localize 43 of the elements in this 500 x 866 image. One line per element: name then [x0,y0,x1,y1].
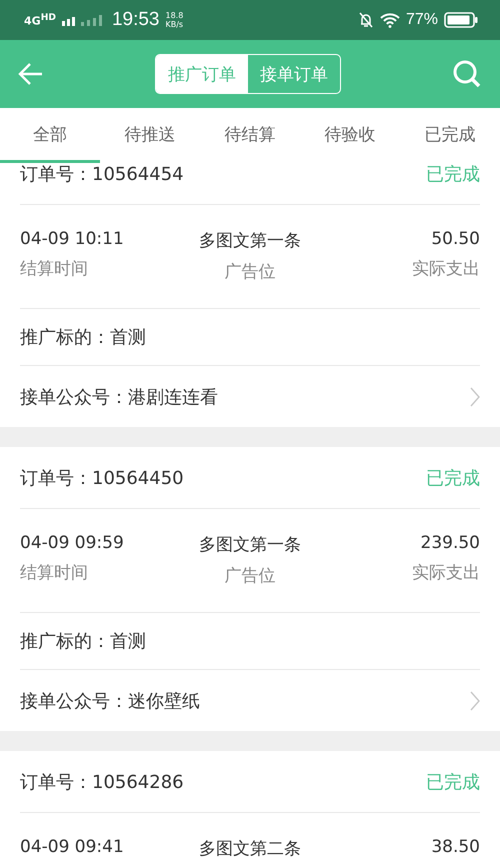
battery-icon [444,12,478,28]
order-number: 订单号：10564286 [20,770,184,794]
promo-target: 推广标的：首测 [20,630,146,653]
amount-label: 实际支出 [412,562,480,584]
order-number: 订单号：10564450 [20,466,184,490]
settle-time: 04-09 09:59 [20,533,125,553]
amount: 239.50 [420,533,480,553]
order-status: 已完成 [426,770,480,794]
filter-tab[interactable]: 待结算 [200,108,300,163]
back-arrow-icon[interactable] [18,62,44,86]
speed-unit: KB/s [166,20,184,29]
ad-position: 多图文第二条 [198,838,301,860]
ad-position-label: 广告位 [224,565,276,587]
settle-time: 04-09 09:41 [20,837,125,857]
chevron-right-icon [470,386,480,406]
filter-tab[interactable]: 已完成 [400,108,500,163]
settle-time-label: 结算时间 [20,562,89,584]
amount-label: 实际支出 [412,258,480,280]
order-number: 订单号：10564454 [20,162,184,186]
promo-target: 推广标的：首测 [20,326,146,349]
order-status: 已完成 [426,162,480,186]
account-row[interactable]: 接单公众号：迷你壁纸 [20,670,480,731]
muted-bell-icon [358,11,374,29]
amount: 50.50 [431,229,480,249]
ad-position: 多图文第一条 [198,534,301,556]
speed-value: 18.8 [166,11,184,20]
order-status: 已完成 [426,466,480,490]
filter-tab[interactable]: 待验收 [300,108,400,163]
account-name: 接单公众号：迷你壁纸 [20,690,200,712]
ad-position-label: 广告位 [224,261,276,283]
battery-percent: 77% [406,11,438,29]
account-name: 接单公众号：港剧连连看 [20,386,218,408]
search-icon[interactable] [452,59,482,89]
amount: 38.50 [431,837,480,857]
ad-position: 多图文第一条 [198,230,301,252]
clock: 19:53 [112,9,160,31]
settle-time: 04-09 10:11 [20,229,125,249]
network-label: 4G$^{HD}$ [24,12,56,28]
settle-time-label: 结算时间 [20,258,89,280]
account-row[interactable]: 接单公众号：港剧连连看 [20,366,480,427]
chevron-right-icon [470,690,480,710]
filter-tab[interactable]: 待推送 [100,108,200,163]
wifi-icon [380,12,400,28]
